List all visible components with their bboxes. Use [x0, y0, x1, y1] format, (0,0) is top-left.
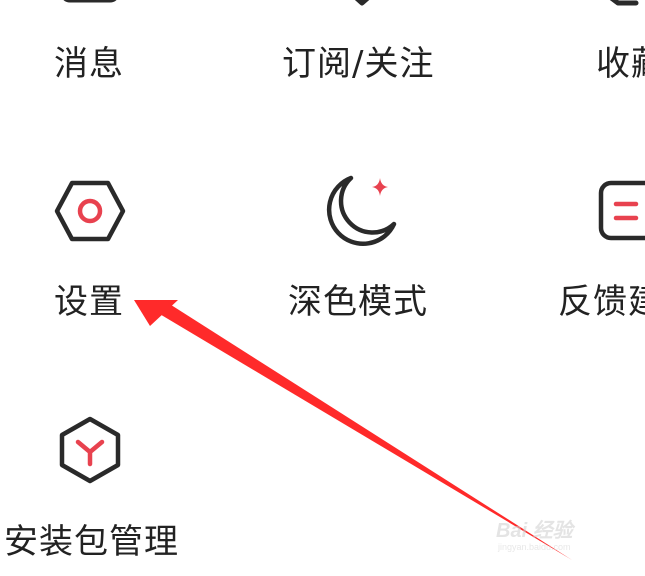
message-icon [63, 0, 117, 3]
menu-item-favorites[interactable]: 收藏 [590, 0, 645, 100]
menu-item-dark-mode[interactable]: 深色模式 [280, 160, 450, 330]
menu-item-settings[interactable]: 设置 [30, 160, 160, 330]
feedback-icon [598, 180, 645, 241]
watermark: Bai 经验 jingyan.baidu.com [492, 506, 642, 566]
menu-item-subscribe[interactable]: 订阅/关注 [270, 0, 450, 100]
package-cube-icon [59, 416, 121, 484]
menu-item-label: 消息 [54, 44, 124, 84]
menu-item-label: 收藏 [596, 44, 645, 84]
mobile-menu-screen: 消息 订阅/关注 收藏 设置 深色模式 反馈建议 [0, 0, 645, 576]
menu-item-label: 反馈建议 [558, 282, 645, 322]
menu-item-messages[interactable]: 消息 [30, 0, 160, 100]
menu-item-label: 设置 [54, 282, 124, 322]
favorite-icon [609, 0, 639, 6]
menu-item-label: 订阅/关注 [282, 44, 435, 84]
watermark-url: jingyan.baidu.com [498, 542, 571, 552]
moon-sparkle-icon [326, 175, 397, 247]
settings-hexagon-icon [54, 180, 126, 242]
menu-item-package-manager[interactable]: 安装包管理 [0, 400, 200, 570]
subscribe-icon [354, 0, 370, 6]
menu-item-label: 深色模式 [288, 282, 428, 322]
watermark-logo-text: Bai 经验 [496, 520, 573, 542]
menu-item-feedback[interactable]: 反馈建议 [556, 160, 645, 330]
menu-item-label: 安装包管理 [4, 522, 179, 562]
